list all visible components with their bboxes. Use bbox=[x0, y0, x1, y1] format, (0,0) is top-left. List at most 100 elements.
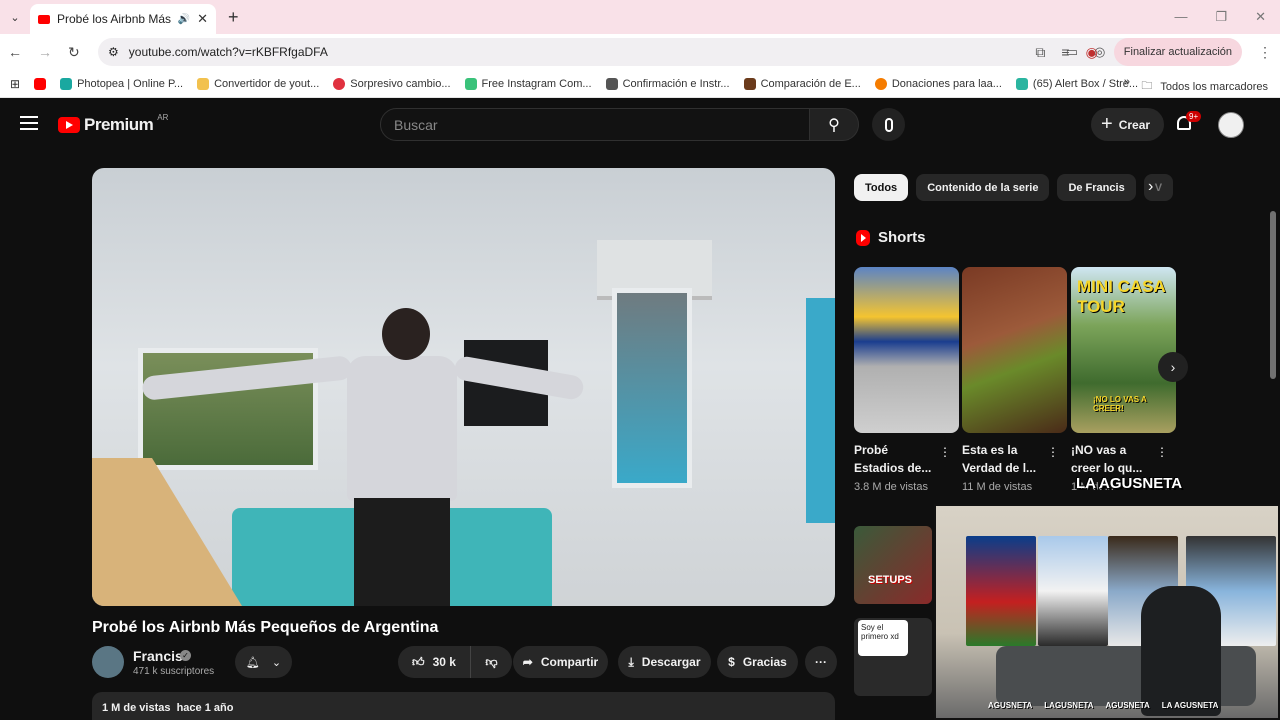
speaker-icon[interactable]: 🔊 bbox=[178, 14, 190, 25]
notifications-button[interactable]: 9+ bbox=[1175, 111, 1202, 134]
logo-text: Premium bbox=[84, 115, 154, 134]
address-bar[interactable]: ⚙ youtube.com/watch?v=rKBFRfgaDFA ▭ ◎ ☆ bbox=[98, 38, 1145, 66]
profile-icon[interactable]: ◉ bbox=[1086, 44, 1098, 61]
thumbnail-comment-bubble: Soy el primero xd bbox=[858, 620, 908, 656]
download-button[interactable]: ⤓ Descargar bbox=[618, 646, 711, 678]
scene-person bbox=[141, 308, 586, 606]
update-button[interactable]: Finalizar actualización bbox=[1113, 38, 1242, 66]
video-player[interactable] bbox=[92, 168, 835, 606]
maximize-icon[interactable]: ❐ bbox=[1215, 9, 1227, 25]
notification-badge: 9+ bbox=[1186, 111, 1202, 122]
subscriber-count: 471 k suscriptores bbox=[133, 666, 215, 677]
more-vertical-icon[interactable]: ⋮ bbox=[1047, 445, 1059, 459]
channel-name[interactable]: Francis bbox=[133, 648, 183, 664]
short-views: 3.8 M de vistas bbox=[854, 481, 928, 493]
bookmarks-bar: ⊞ Photopea | Online P... Convertidor de … bbox=[0, 70, 1280, 98]
dislike-button[interactable]: 👎︎ bbox=[470, 646, 512, 678]
url-text[interactable]: youtube.com/watch?v=rKBFRfgaDFA bbox=[129, 45, 328, 59]
recommended-thumbnail[interactable]: SETUPS bbox=[854, 526, 932, 604]
chip-de-francis[interactable]: De Francis bbox=[1057, 174, 1136, 201]
short-title[interactable]: Esta es la Verdad de l... bbox=[962, 441, 1046, 477]
bookmark-favicon-icon bbox=[197, 77, 210, 90]
reload-icon[interactable]: ↻ bbox=[68, 44, 80, 61]
video-title: Probé los Airbnb Más Pequeños de Argenti… bbox=[92, 619, 439, 636]
browser-tab-active[interactable]: Probé los Airbnb Más Pequ 🔊 ✕ bbox=[30, 4, 216, 34]
recommended-thumbnail[interactable]: Soy el primero xd bbox=[854, 618, 932, 696]
kick-handle: AGUSNETA bbox=[1105, 701, 1150, 710]
shorts-shelf-header: Shorts bbox=[856, 229, 926, 246]
search-input[interactable]: Buscar bbox=[380, 108, 810, 141]
tab-search-icon[interactable]: ⌄ bbox=[0, 0, 30, 34]
more-vertical-icon[interactable]: ⋮ bbox=[1156, 445, 1168, 459]
tab-title: Probé los Airbnb Más Pequ bbox=[57, 12, 171, 26]
short-title[interactable]: ¡NO vas a creer lo qu... bbox=[1071, 441, 1155, 477]
short-item[interactable]: Probé Estadios de... ⋮ 3.8 M de vistas bbox=[854, 267, 959, 493]
search-button[interactable]: ⚲ bbox=[809, 108, 859, 141]
new-tab-button[interactable]: + bbox=[228, 7, 239, 28]
guide-menu-icon[interactable] bbox=[20, 116, 38, 130]
scene-window-far bbox=[806, 298, 835, 523]
site-info-icon[interactable]: ⚙ bbox=[108, 45, 119, 59]
bookmark-favicon-icon bbox=[874, 77, 887, 90]
forward-icon[interactable]: → bbox=[38, 44, 52, 60]
more-bookmarks-icon[interactable]: » bbox=[1124, 76, 1130, 88]
related-chips: Todos Contenido de la serie De Francis V bbox=[854, 174, 1174, 202]
channel-avatar[interactable] bbox=[92, 646, 124, 678]
bookmark-item[interactable]: (65) Alert Box / Stre... bbox=[1015, 77, 1138, 90]
bookmark-item[interactable]: Sorpresivo cambio... bbox=[333, 77, 451, 90]
bookmark-favicon-icon bbox=[60, 77, 73, 90]
extensions-icon[interactable]: ⧉ bbox=[1035, 44, 1045, 61]
youtube-bookmark-icon[interactable] bbox=[34, 77, 47, 90]
bookmark-favicon-icon bbox=[333, 77, 346, 90]
share-button[interactable]: ➦ Compartir bbox=[513, 646, 608, 678]
short-thumbnail[interactable] bbox=[854, 267, 959, 433]
chevron-right-icon[interactable]: › bbox=[1148, 178, 1153, 196]
voice-search-button[interactable] bbox=[872, 108, 905, 141]
short-item[interactable]: Esta es la Verdad de l... ⋮ 11 M de vist… bbox=[962, 267, 1067, 493]
minimize-icon[interactable]: — bbox=[1174, 9, 1187, 25]
search-icon: ⚲ bbox=[828, 116, 840, 134]
more-actions-button[interactable]: ··· bbox=[805, 646, 837, 678]
youtube-logo[interactable]: Premium AR bbox=[58, 113, 168, 135]
more-vertical-icon[interactable]: ⋮ bbox=[939, 445, 951, 459]
bell-icon: 🔔︎ bbox=[245, 656, 260, 669]
bookmark-item[interactable]: Comparación de E... bbox=[743, 77, 861, 90]
short-thumbnail[interactable]: MINI CASA TOUR ¡NO LO VAS A CREER! bbox=[1071, 267, 1176, 433]
bookmark-item[interactable]: Photopea | Online P... bbox=[60, 77, 183, 90]
short-thumbnail[interactable] bbox=[962, 267, 1067, 433]
short-item[interactable]: MINI CASA TOUR ¡NO LO VAS A CREER! ¡NO v… bbox=[1071, 267, 1176, 493]
bookmark-item[interactable]: Confirmación e Instr... bbox=[605, 77, 730, 90]
media-icon[interactable]: ≡ bbox=[1061, 44, 1069, 60]
like-button[interactable]: 👍︎ 30 k bbox=[398, 646, 470, 678]
download-icon: ⤓ bbox=[628, 654, 634, 669]
close-window-icon[interactable]: ✕ bbox=[1255, 9, 1266, 25]
thumbnail-overlay-text: SETUPS bbox=[868, 574, 913, 586]
account-avatar[interactable] bbox=[1218, 112, 1244, 138]
browser-tab-strip: ⌄ Probé los Airbnb Más Pequ 🔊 ✕ + — ❐ ✕ bbox=[0, 0, 1280, 34]
subscription-bell-button[interactable]: 🔔︎ ⌄ bbox=[235, 646, 292, 678]
share-icon: ➦ bbox=[522, 655, 533, 669]
folder-icon: 🗀 bbox=[1141, 80, 1153, 92]
chip-serie[interactable]: Contenido de la serie bbox=[916, 174, 1050, 201]
thanks-button[interactable]: $ Gracias bbox=[717, 646, 798, 678]
back-icon[interactable]: ← bbox=[8, 44, 22, 60]
page-scrollbar[interactable] bbox=[1270, 211, 1276, 379]
menu-icon[interactable]: ⋮ bbox=[1258, 44, 1272, 61]
close-tab-icon[interactable]: ✕ bbox=[197, 11, 208, 27]
bookmark-item[interactable]: Donaciones para laa... bbox=[874, 77, 1002, 90]
shorts-next-button[interactable]: › bbox=[1158, 352, 1188, 382]
plus-icon: + bbox=[1101, 113, 1113, 135]
create-button[interactable]: + Crear bbox=[1091, 108, 1165, 141]
all-bookmarks[interactable]: 🗀 Todos los marcadores bbox=[1141, 77, 1268, 96]
thumbnail-overlay-text: MINI CASA TOUR bbox=[1077, 277, 1166, 316]
short-title[interactable]: Probé Estadios de... bbox=[854, 441, 938, 477]
chip-todos[interactable]: Todos bbox=[854, 174, 909, 201]
browser-toolbar: ← → ↻ ⚙ youtube.com/watch?v=rKBFRfgaDFA … bbox=[0, 34, 1280, 70]
bookmark-item[interactable]: Convertidor de yout... bbox=[197, 77, 319, 90]
bookmark-favicon-icon bbox=[605, 77, 618, 90]
description-box[interactable]: 1 M de vistas hace 1 año bbox=[92, 692, 835, 720]
gaming-chair bbox=[1141, 586, 1221, 716]
bookmark-item[interactable]: Free Instagram Com... bbox=[464, 77, 592, 90]
shorts-icon bbox=[856, 229, 870, 246]
apps-icon[interactable]: ⊞ bbox=[10, 77, 20, 91]
